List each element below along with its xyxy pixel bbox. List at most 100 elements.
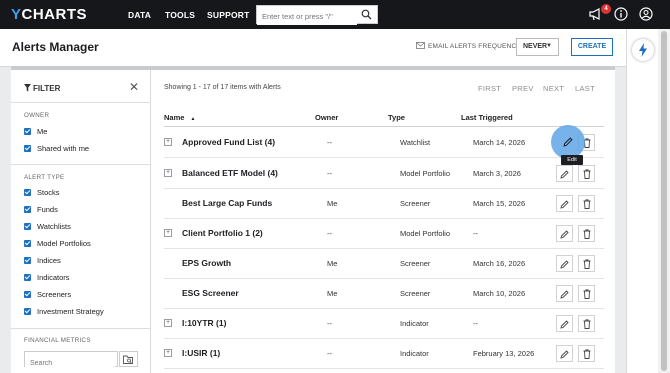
header-divider — [164, 126, 604, 127]
alert-name[interactable]: Approved Fund List (4) — [182, 137, 275, 147]
edit-button[interactable] — [556, 345, 573, 362]
column-header-last-triggered[interactable]: Last Triggered — [461, 113, 513, 122]
option-label: Screeners — [37, 290, 72, 299]
checkbox-checked[interactable] — [24, 291, 31, 298]
pencil-icon — [560, 290, 569, 299]
alert-name[interactable]: Best Large Cap Funds — [182, 198, 272, 208]
pager-last[interactable]: LAST — [575, 84, 595, 93]
user-account-icon[interactable] — [639, 7, 653, 21]
email-frequency-label: EMAIL ALERTS FREQUENCY: — [428, 43, 523, 50]
ycharts-logo[interactable]: YCHARTS — [11, 6, 87, 23]
checkbox-checked[interactable] — [24, 257, 31, 264]
email-frequency-select[interactable]: NEVER ▼ — [516, 38, 559, 56]
metrics-search[interactable] — [24, 351, 118, 371]
nav-support[interactable]: SUPPORT — [207, 10, 250, 20]
close-icon[interactable]: ✕ — [129, 80, 139, 94]
column-header-name[interactable]: Name ▲ — [164, 113, 195, 122]
expand-icon[interactable]: + — [164, 349, 172, 357]
pager-first[interactable]: FIRST — [478, 84, 501, 93]
trash-icon — [583, 169, 590, 179]
alert-name[interactable]: Client Portfolio 1 (2) — [182, 228, 263, 238]
expand-icon[interactable]: + — [164, 169, 172, 177]
checkbox-checked[interactable] — [24, 308, 31, 315]
nav-data[interactable]: DATA — [128, 10, 151, 20]
divider — [11, 328, 151, 329]
search-icon[interactable] — [361, 9, 372, 20]
alert-type-indices[interactable]: Indices — [24, 256, 61, 268]
scrollbar-thumb[interactable] — [661, 31, 667, 371]
delete-button[interactable] — [578, 165, 595, 182]
metrics-search-input[interactable] — [25, 356, 115, 371]
notification-badge: 4 — [601, 4, 611, 14]
pager-next[interactable]: NEXT — [543, 84, 564, 93]
edit-button[interactable] — [556, 255, 573, 272]
edit-button[interactable] — [556, 195, 573, 212]
table-row: + Balanced ETF Model (4) -- Model Portfo… — [164, 159, 604, 189]
alert-type-screeners[interactable]: Screeners — [24, 290, 71, 302]
alert-type-section-label: ALERT TYPE — [24, 174, 65, 181]
edit-tooltip: Edit — [561, 155, 583, 165]
edit-button[interactable] — [556, 225, 573, 242]
owner-section-label: OWNER — [24, 112, 50, 119]
checkbox-checked[interactable] — [24, 274, 31, 281]
alert-name[interactable]: I:10YTR (1) — [182, 318, 226, 328]
alert-name[interactable]: ESG Screener — [182, 288, 239, 298]
edit-button[interactable] — [556, 165, 573, 182]
alert-type-model-portfolios[interactable]: Model Portfolios — [24, 239, 91, 251]
alert-type-investment-strategy[interactable]: Investment Strategy — [24, 307, 104, 319]
quick-actions-button[interactable] — [632, 39, 654, 61]
delete-button[interactable] — [578, 285, 595, 302]
expand-icon[interactable]: + — [164, 229, 172, 237]
column-label: Name — [164, 113, 185, 122]
alert-type-stocks[interactable]: Stocks — [24, 188, 60, 200]
owner-option-me[interactable]: Me — [24, 127, 47, 139]
option-label: Me — [37, 127, 48, 136]
checkbox-checked[interactable] — [24, 189, 31, 196]
logo-rest: CHARTS — [21, 6, 88, 23]
alert-name[interactable]: Balanced ETF Model (4) — [182, 168, 278, 178]
alert-name[interactable]: I:USIR (1) — [182, 348, 220, 358]
expand-icon[interactable]: + — [164, 138, 172, 146]
owner-option-shared[interactable]: Shared with me — [24, 144, 89, 156]
alert-type-funds[interactable]: Funds — [24, 205, 58, 217]
alert-owner: Me — [327, 259, 338, 268]
folder-search-icon — [123, 355, 133, 364]
edit-button[interactable] — [556, 285, 573, 302]
delete-button[interactable] — [578, 315, 595, 332]
alert-type-watchlists[interactable]: Watchlists — [24, 222, 71, 234]
edit-button[interactable] — [556, 315, 573, 332]
checkbox-checked[interactable] — [24, 206, 31, 213]
page-header: Alerts Manager EMAIL ALERTS FREQUENCY: N… — [0, 29, 626, 67]
alert-type-indicators[interactable]: Indicators — [24, 273, 70, 285]
sort-ascending-icon: ▲ — [190, 116, 196, 122]
checkbox-checked[interactable] — [24, 145, 31, 152]
delete-button[interactable] — [578, 225, 595, 242]
pager-prev[interactable]: PREV — [512, 84, 534, 93]
global-search-input[interactable] — [257, 8, 357, 25]
option-label: Shared with me — [37, 144, 90, 153]
divider — [11, 102, 151, 103]
delete-button[interactable] — [578, 255, 595, 272]
delete-button[interactable] — [578, 345, 595, 362]
expand-icon[interactable]: + — [164, 319, 172, 327]
alert-type: Model Portfolio — [400, 229, 451, 238]
column-header-type[interactable]: Type — [388, 113, 405, 122]
info-icon[interactable] — [614, 7, 628, 21]
edit-button-hover[interactable] — [551, 125, 585, 159]
alert-type: Screener — [400, 199, 431, 208]
checkbox-checked[interactable] — [24, 128, 31, 135]
delete-button[interactable] — [578, 195, 595, 212]
alert-type: Indicator — [400, 349, 429, 358]
column-header-owner[interactable]: Owner — [315, 113, 338, 122]
page-scrollbar[interactable] — [658, 29, 670, 373]
nav-tools[interactable]: TOOLS — [165, 10, 195, 20]
alert-name[interactable]: EPS Growth — [182, 258, 231, 268]
global-search[interactable] — [256, 5, 378, 25]
checkbox-checked[interactable] — [24, 240, 31, 247]
table-row: + I:10YTR (1) -- Indicator -- — [164, 309, 604, 339]
folder-search-button[interactable] — [119, 351, 138, 367]
create-button[interactable]: CREATE — [571, 38, 613, 56]
results-count: Showing 1 - 17 of 17 items with Alerts — [164, 84, 281, 91]
alert-last-triggered: March 10, 2026 — [473, 289, 526, 298]
checkbox-checked[interactable] — [24, 223, 31, 230]
